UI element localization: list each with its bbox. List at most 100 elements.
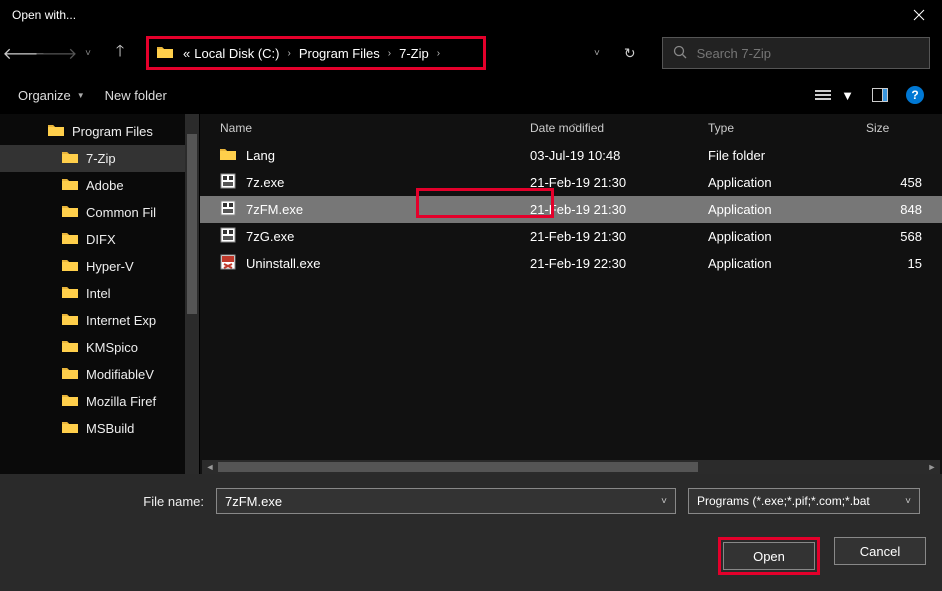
file-name: 7zFM.exe (246, 202, 303, 217)
tree-label: Program Files (72, 124, 153, 139)
file-date: 03-Jul-19 10:48 (530, 148, 708, 163)
sidebar-scrollbar[interactable] (185, 114, 199, 474)
file-size: 568 (866, 229, 926, 244)
chevron-right-icon: › (437, 48, 440, 59)
tree-label: Mozilla Firef (86, 394, 156, 409)
column-headers[interactable]: Name Date modified Type Size ︿ (200, 114, 942, 142)
file-row[interactable]: 7z.exe21-Feb-19 21:30Application458 (200, 169, 942, 196)
forward-button[interactable]: 🡒 (44, 41, 68, 65)
chevron-down-icon[interactable]: ˅ (905, 496, 911, 507)
open-button[interactable]: Open (723, 542, 815, 570)
address-dropdown[interactable]: ˅ (594, 48, 600, 59)
filename-value: 7zFM.exe (225, 494, 282, 509)
close-button[interactable] (896, 0, 942, 30)
file-row[interactable]: Uninstall.exe21-Feb-19 22:30Application1… (200, 250, 942, 277)
cancel-button[interactable]: Cancel (834, 537, 926, 565)
refresh-button[interactable]: ↻ (624, 45, 636, 62)
tree-item[interactable]: Hyper-V (0, 253, 186, 280)
folder-icon (48, 123, 64, 140)
tree-item[interactable]: Intel (0, 280, 186, 307)
open-with-dialog: Open with... 🡐 🡒 ˅ 🡑 « Local Disk (C:) ›… (0, 0, 942, 591)
tree-item[interactable]: 7-Zip (0, 145, 186, 172)
tree-item[interactable]: Mozilla Firef (0, 388, 186, 415)
folder-icon (62, 366, 78, 383)
tree-item[interactable]: ModifiableV (0, 361, 186, 388)
scroll-left-icon[interactable]: ◄ (202, 460, 218, 474)
file-list: Name Date modified Type Size ︿ Lang03-Ju… (200, 114, 942, 474)
scrollbar-thumb[interactable] (218, 462, 698, 472)
folder-icon (220, 147, 236, 164)
file-type: Application (708, 229, 866, 244)
tree-item[interactable]: MSBuild (0, 415, 186, 442)
tree-item[interactable]: KMSpico (0, 334, 186, 361)
horizontal-scrollbar[interactable]: ◄ ► (202, 460, 940, 474)
file-type: Application (708, 202, 866, 217)
breadcrumb-part[interactable]: Local Disk (C:) (192, 46, 281, 61)
view-controls: ▼ ? (815, 86, 924, 104)
file-row[interactable]: 7zG.exe 21-Feb-19 21:30Application568 (200, 223, 942, 250)
folder-icon (62, 258, 78, 275)
breadcrumb-part[interactable]: 7-Zip (397, 46, 431, 61)
new-folder-button[interactable]: New folder (105, 88, 167, 103)
folder-icon (62, 420, 78, 437)
folder-icon (62, 393, 78, 410)
col-date[interactable]: Date modified (530, 121, 708, 135)
file-type: Application (708, 175, 866, 190)
scroll-right-icon[interactable]: ► (924, 460, 940, 474)
tree-label: Internet Exp (86, 313, 156, 328)
back-button[interactable]: 🡐 (12, 41, 36, 65)
chevron-right-icon: › (388, 48, 391, 59)
filename-input[interactable]: 7zFM.exe ˅ (216, 488, 676, 514)
view-button[interactable]: ▼ (815, 87, 854, 103)
tree-item[interactable]: Common Fil (0, 199, 186, 226)
file-date: 21-Feb-19 22:30 (530, 256, 708, 271)
list-view-icon (815, 87, 835, 103)
file-row[interactable]: Lang03-Jul-19 10:48File folder (200, 142, 942, 169)
tree-label: Hyper-V (86, 259, 134, 274)
window-title: Open with... (12, 8, 76, 22)
search-icon (673, 45, 687, 62)
file-name: 7zG.exe (246, 229, 294, 244)
tree-item[interactable]: Adobe (0, 172, 186, 199)
toolbar: Organize ▼ New folder ▼ ? (0, 76, 942, 114)
col-size[interactable]: Size (866, 121, 926, 135)
file-name: 7z.exe (246, 175, 284, 190)
footer: File name: 7zFM.exe ˅ Programs (*.exe;*.… (0, 474, 942, 591)
tree-label: Common Fil (86, 205, 156, 220)
help-button[interactable]: ? (906, 86, 924, 104)
tree-item[interactable]: DIFX (0, 226, 186, 253)
folder-icon (62, 231, 78, 248)
recent-dropdown[interactable]: ˅ (76, 41, 100, 65)
file-type: Application (708, 256, 866, 271)
tree-label: MSBuild (86, 421, 134, 436)
titlebar: Open with... (0, 0, 942, 30)
address-bar[interactable]: « Local Disk (C:) › Program Files › 7-Zi… (146, 36, 486, 70)
nav-row: 🡐 🡒 ˅ 🡑 « Local Disk (C:) › Program File… (0, 30, 942, 76)
folder-tree[interactable]: Program Files 7-Zip Adobe Common Fil DIFX Hyp… (0, 114, 200, 474)
col-name[interactable]: Name (220, 121, 530, 135)
organize-button[interactable]: Organize ▼ (18, 88, 85, 103)
up-button[interactable]: 🡑 (108, 41, 132, 65)
file-type-filter[interactable]: Programs (*.exe;*.pif;*.com;*.bat ˅ (688, 488, 920, 514)
search-box[interactable] (662, 37, 930, 69)
preview-pane-button[interactable] (872, 88, 888, 102)
organize-label: Organize (18, 88, 71, 103)
chevron-down-icon[interactable]: ˅ (661, 496, 667, 507)
col-type[interactable]: Type (708, 121, 866, 135)
search-input[interactable] (697, 46, 919, 61)
application-icon (220, 227, 236, 246)
breadcrumb-part[interactable]: Program Files (297, 46, 382, 61)
breadcrumb-ellipsis[interactable]: « (181, 46, 192, 61)
application-icon (220, 173, 236, 192)
chevron-down-icon: ▼ (77, 91, 85, 100)
scrollbar-thumb[interactable] (187, 134, 197, 314)
file-date: 21-Feb-19 21:30 (530, 229, 708, 244)
file-date: 21-Feb-19 21:30 (530, 202, 708, 217)
application-icon (220, 254, 236, 273)
tree-item[interactable]: Program Files (0, 118, 186, 145)
file-type: File folder (708, 148, 866, 163)
folder-icon (157, 45, 173, 62)
tree-item[interactable]: Internet Exp (0, 307, 186, 334)
tree-label: 7-Zip (86, 151, 116, 166)
file-row[interactable]: 7zFM.exe21-Feb-19 21:30Application848 (200, 196, 942, 223)
